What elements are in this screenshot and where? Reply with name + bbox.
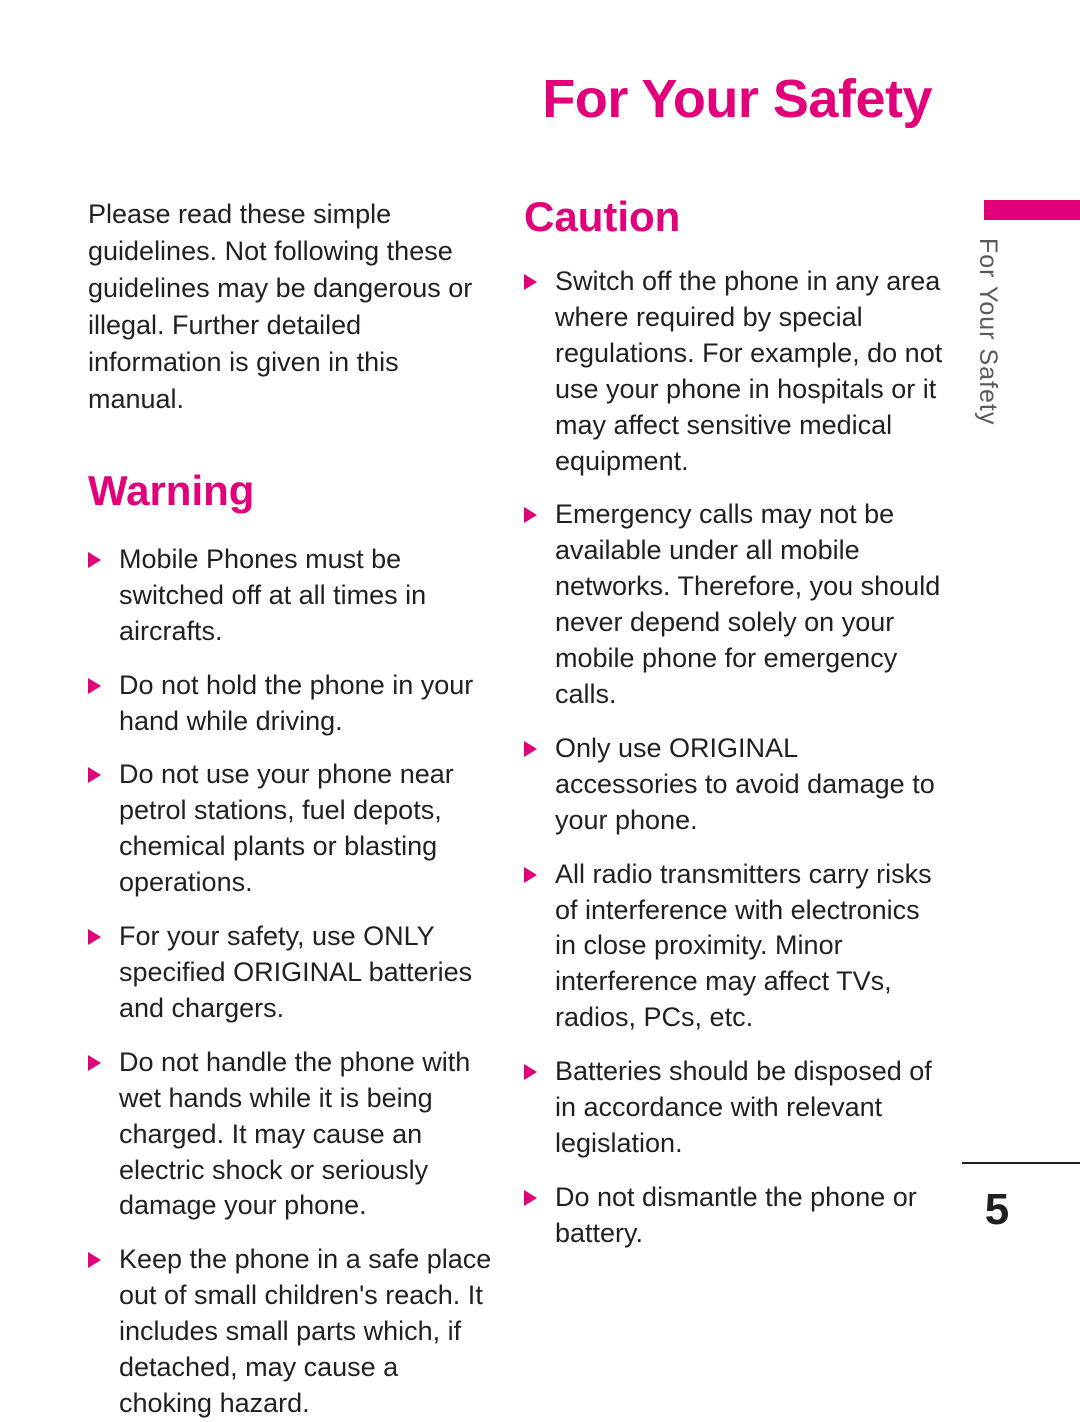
triangle-bullet-icon — [524, 274, 537, 290]
caution-list: Switch off the phone in any area where r… — [524, 264, 944, 1252]
list-item-text: For your safety, use ONLY specified ORIG… — [119, 921, 473, 1023]
triangle-bullet-icon — [524, 740, 537, 757]
list-item-text: Switch off the phone in any area where r… — [555, 266, 943, 476]
list-item: For your safety, use ONLY specified ORIG… — [88, 919, 496, 1027]
list-item: Do not dismantle the phone or battery. — [524, 1180, 944, 1252]
triangle-bullet-icon — [88, 767, 101, 784]
caution-heading: Caution — [524, 193, 681, 240]
list-item-text: Keep the phone in a safe place out of sm… — [119, 1244, 492, 1418]
list-item-text: Mobile Phones must be switched off at al… — [119, 543, 427, 646]
list-item-text: Do not hold the phone in your hand while… — [119, 669, 474, 736]
warning-heading: Warning — [88, 466, 255, 514]
list-item-text: Do not dismantle the phone or battery. — [555, 1181, 917, 1248]
triangle-bullet-icon — [88, 551, 101, 568]
triangle-bullet-icon — [88, 677, 101, 694]
list-item: Do not handle the phone with wet hands w… — [88, 1045, 496, 1225]
triangle-bullet-icon — [524, 1064, 537, 1081]
list-item-text: Emergency calls may not be available und… — [555, 499, 941, 709]
list-item-text: Do not use your phone near petrol statio… — [119, 759, 454, 898]
list-item: Mobile Phones must be switched off at al… — [88, 542, 496, 650]
list-item-text: Batteries should be disposed of in accor… — [555, 1056, 932, 1158]
list-item-text: All radio transmitters carry risks of in… — [555, 858, 932, 1033]
triangle-bullet-icon — [88, 1054, 101, 1071]
page-title: For Your Safety — [542, 69, 932, 129]
list-item: Keep the phone in a safe place out of sm… — [88, 1242, 496, 1422]
list-item: Emergency calls may not be available und… — [524, 497, 944, 712]
list-item: Batteries should be disposed of in accor… — [524, 1054, 944, 1162]
triangle-bullet-icon — [524, 866, 537, 883]
manual-page: For Your Safety For Your Safety Please r… — [0, 0, 1080, 1418]
list-item-text: Only use ORIGINAL accessories to avoid d… — [555, 732, 935, 835]
list-item: Do not use your phone near petrol statio… — [88, 757, 496, 901]
list-item: Switch off the phone in any area where r… — [524, 264, 944, 479]
side-tab-accent-bar — [984, 200, 1080, 220]
page-number: 5 — [984, 1185, 1010, 1234]
footer-divider — [962, 1162, 1080, 1164]
side-tab-label: For Your Safety — [974, 238, 1002, 426]
list-item: Only use ORIGINAL accessories to avoid d… — [524, 731, 944, 839]
list-item-text: Do not handle the phone with wet hands w… — [119, 1046, 471, 1221]
list-item: All radio transmitters carry risks of in… — [524, 857, 944, 1037]
right-column: Caution Switch off the phone in any area… — [524, 196, 944, 1252]
triangle-bullet-icon — [524, 1189, 537, 1206]
left-column: Please read these simple guidelines. Not… — [88, 196, 496, 1422]
intro-paragraph: Please read these simple guidelines. Not… — [88, 199, 473, 414]
triangle-bullet-icon — [88, 1252, 101, 1269]
triangle-bullet-icon — [88, 929, 101, 946]
warning-list: Mobile Phones must be switched off at al… — [88, 542, 496, 1422]
list-item: Do not hold the phone in your hand while… — [88, 668, 496, 740]
triangle-bullet-icon — [524, 507, 537, 524]
